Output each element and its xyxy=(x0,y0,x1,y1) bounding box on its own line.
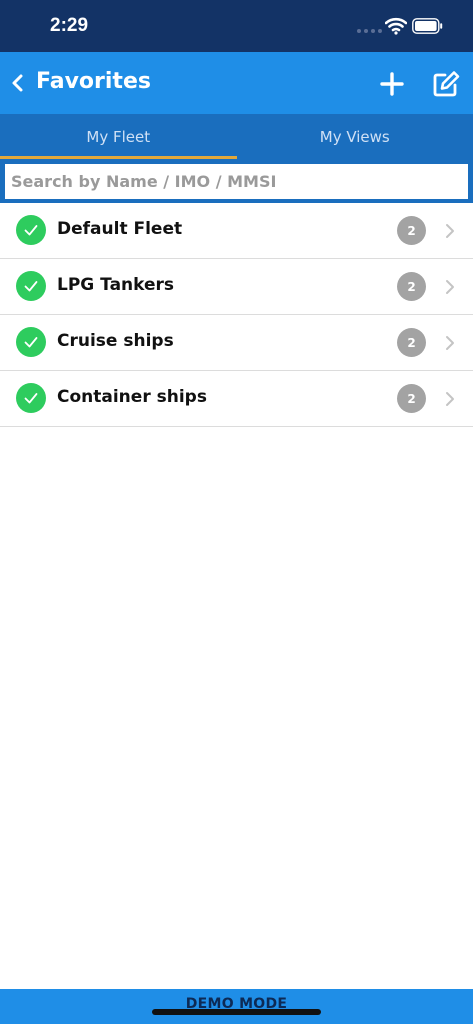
checkmark-icon[interactable] xyxy=(16,327,46,357)
checkmark-icon[interactable] xyxy=(16,383,46,413)
add-icon[interactable] xyxy=(380,72,404,96)
fleet-list: Default Fleet 2 LPG Tankers 2 Cruise shi… xyxy=(0,203,473,427)
page-title: Favorites xyxy=(36,69,151,94)
fleet-item-lpg-tankers[interactable]: LPG Tankers 2 xyxy=(0,259,473,315)
fleet-item-cruise-ships[interactable]: Cruise ships 2 xyxy=(0,315,473,371)
tab-bar: My Fleet My Views xyxy=(0,114,473,164)
tab-my-fleet[interactable]: My Fleet xyxy=(0,114,237,164)
chevron-right-icon xyxy=(446,224,454,238)
fleet-name: Container ships xyxy=(57,387,207,407)
fleet-item-default-fleet[interactable]: Default Fleet 2 xyxy=(0,203,473,259)
battery-icon xyxy=(412,18,443,34)
checkmark-icon[interactable] xyxy=(16,215,46,245)
status-bar: 2:29 xyxy=(0,0,473,52)
back-chevron-icon[interactable] xyxy=(10,72,26,94)
nav-bar: Favorites xyxy=(0,52,473,114)
count-badge: 2 xyxy=(397,272,426,301)
search-input[interactable] xyxy=(5,164,468,199)
fleet-item-container-ships[interactable]: Container ships 2 xyxy=(0,371,473,427)
status-time: 2:29 xyxy=(50,15,89,36)
fleet-name: Default Fleet xyxy=(57,219,183,239)
chevron-right-icon xyxy=(446,392,454,406)
count-badge: 2 xyxy=(397,216,426,245)
fleet-name: Cruise ships xyxy=(57,331,174,351)
tab-my-views[interactable]: My Views xyxy=(237,114,473,164)
demo-mode-banner: DEMO MODE xyxy=(0,989,473,1024)
edit-icon[interactable] xyxy=(432,70,460,98)
checkmark-icon[interactable] xyxy=(16,271,46,301)
search-container xyxy=(0,164,473,204)
count-badge: 2 xyxy=(397,384,426,413)
cellular-signal-icon xyxy=(357,29,382,33)
count-badge: 2 xyxy=(397,328,426,357)
fleet-name: LPG Tankers xyxy=(57,275,175,295)
chevron-right-icon xyxy=(446,280,454,294)
chevron-right-icon xyxy=(446,336,454,350)
tab-label: My Views xyxy=(319,128,390,146)
tab-label: My Fleet xyxy=(86,128,151,146)
wifi-icon xyxy=(385,17,407,35)
home-indicator[interactable] xyxy=(152,1009,321,1015)
